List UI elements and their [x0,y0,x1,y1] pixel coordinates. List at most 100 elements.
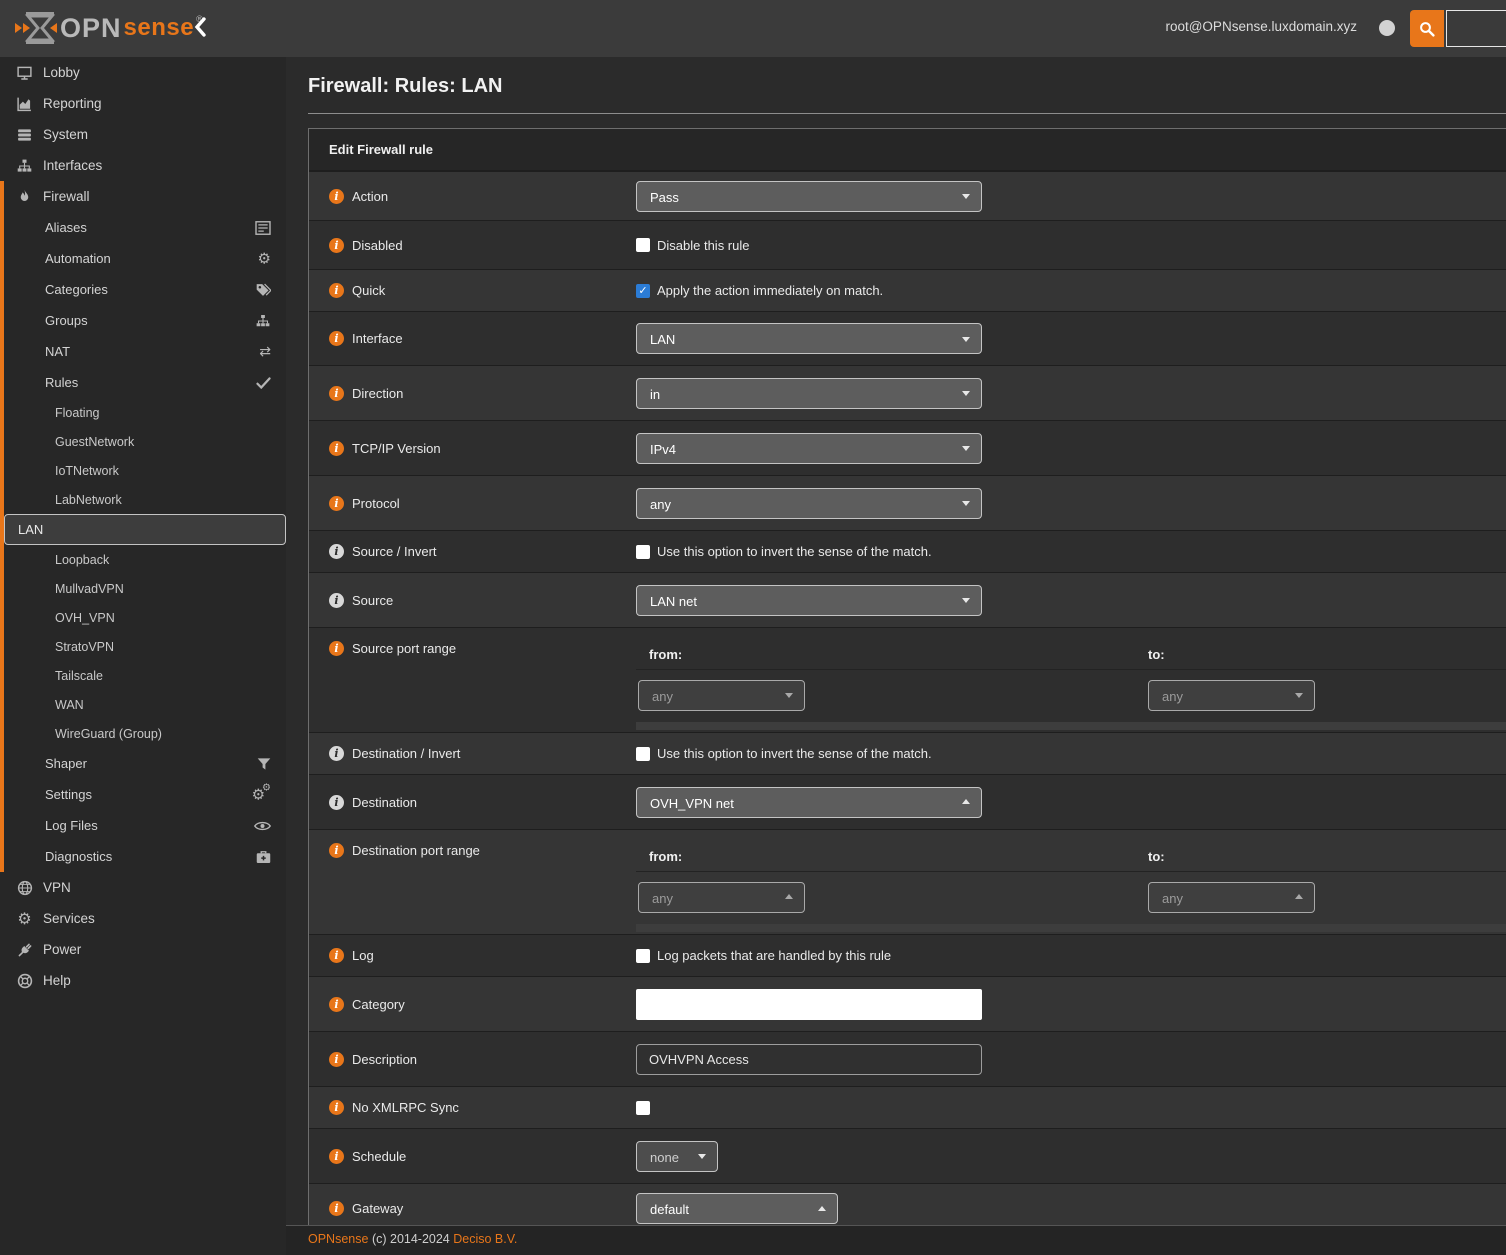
tcpip-version-select[interactable]: IPv4 [636,433,982,464]
field-label: Source / Invert [352,544,437,559]
info-icon[interactable]: i [329,593,344,608]
sidebar-item-label: Services [43,911,95,926]
source-select[interactable]: LAN net [636,585,982,616]
action-select[interactable]: Pass [636,181,982,212]
info-icon[interactable]: i [329,331,344,346]
form-row-interface: iInterface LAN [309,311,1506,365]
no-xmlrpc-sync-checkbox[interactable] [636,1101,650,1115]
logged-in-user[interactable]: root@OPNsense.luxdomain.xyz [1165,19,1357,34]
log-checkbox[interactable] [636,949,650,963]
sidebar-item-firewall[interactable]: Firewall [4,181,286,212]
sidebar-item-settings[interactable]: Settings ⚙⚙ [4,779,286,810]
search-input[interactable] [1446,10,1506,47]
sidebar-item-help[interactable]: Help [0,965,286,996]
sidebar-item-rules[interactable]: Rules [4,367,286,398]
direction-select[interactable]: in [636,378,982,409]
sidebar-item-nat[interactable]: NAT ⇄ [4,336,286,367]
info-icon[interactable]: i [329,1149,344,1164]
destination-port-from-select[interactable]: any [638,882,805,913]
destination-select[interactable]: OVH_VPN net [636,787,982,818]
category-input[interactable] [636,989,982,1020]
info-icon[interactable]: i [329,997,344,1012]
exchange-icon: ⇄ [259,345,271,359]
opnsense-footer-link[interactable]: OPNsense [308,1232,368,1246]
sidebar-item-rules-wireguard-group[interactable]: WireGuard (Group) [4,719,286,748]
sub-label: Tailscale [55,669,103,683]
sidebar-item-automation[interactable]: Automation ⚙ [4,243,286,274]
sidebar-item-interfaces[interactable]: Interfaces [0,150,286,181]
info-icon[interactable]: i [329,746,344,761]
info-icon[interactable]: i [329,544,344,559]
info-icon[interactable]: i [329,386,344,401]
child-label: NAT [45,344,70,359]
sidebar-item-rules-stratovpn[interactable]: StratoVPN [4,632,286,661]
info-icon[interactable]: i [329,283,344,298]
info-icon[interactable]: i [329,641,344,656]
child-label: Rules [45,375,78,390]
sidebar-item-lobby[interactable]: Lobby [0,57,286,88]
search-button[interactable] [1410,10,1444,47]
sidebar-item-rules-ovh-vpn[interactable]: OVH_VPN [4,603,286,632]
info-icon[interactable]: i [329,189,344,204]
filter-icon [257,757,271,771]
info-icon[interactable]: i [329,1201,344,1216]
sidebar-item-rules-guestnetwork[interactable]: GuestNetwork [4,427,286,456]
gateway-select[interactable]: default [636,1193,838,1224]
sidebar-item-categories[interactable]: Categories [4,274,286,305]
chevron-down-icon [962,598,970,603]
sidebar-item-system[interactable]: System [0,119,286,150]
info-icon[interactable]: i [329,1052,344,1067]
schedule-select[interactable]: none [636,1141,718,1172]
medkit-icon [256,850,271,864]
sidebar-item-shaper[interactable]: Shaper [4,748,286,779]
sidebar-item-rules-labnetwork[interactable]: LabNetwork [4,485,286,514]
sidebar-item-rules-floating[interactable]: Floating [4,398,286,427]
sidebar-item-aliases[interactable]: Aliases [4,212,286,243]
source-invert-checkbox[interactable] [636,545,650,559]
list-icon [255,221,271,235]
destination-port-to-select[interactable]: any [1148,882,1315,913]
disabled-checkbox[interactable] [636,238,650,252]
chevron-up-icon [1295,894,1303,899]
sidebar-item-rules-iotnetwork[interactable]: IoTNetwork [4,456,286,485]
source-port-to-select[interactable]: any [1148,680,1315,711]
port-range-header: from: to: [636,640,1506,670]
sidebar-item-rules-loopback[interactable]: Loopback [4,545,286,574]
sidebar-item-rules-wan[interactable]: WAN [4,690,286,719]
info-icon[interactable]: i [329,496,344,511]
chevron-down-icon [698,1154,706,1159]
cogs-icon: ⚙⚙ [252,787,271,802]
info-icon[interactable]: i [329,441,344,456]
sidebar-item-log-files[interactable]: Log Files [4,810,286,841]
horizontal-scrollbar[interactable] [636,722,1506,730]
sidebar-item-rules-lan-selected[interactable]: LAN [4,514,286,545]
sidebar-item-rules-tailscale[interactable]: Tailscale [4,661,286,690]
sidebar-item-rules-mullvadvpn[interactable]: MullvadVPN [4,574,286,603]
quick-checkbox[interactable]: ✓ [636,284,650,298]
sidebar-item-reporting[interactable]: Reporting [0,88,286,119]
sidebar-item-services[interactable]: ⚙ Services [0,903,286,934]
info-icon[interactable]: i [329,238,344,253]
form-row-log: iLog Log packets that are handled by thi… [309,934,1506,976]
sidebar-item-diagnostics[interactable]: Diagnostics [4,841,286,872]
description-input[interactable]: OVHVPN Access [636,1044,982,1075]
globe-icon [16,880,33,896]
form-row-direction: iDirection in [309,365,1506,420]
info-icon[interactable]: i [329,843,344,858]
opnsense-logo[interactable]: OPNsense® [14,9,203,47]
sidebar-collapse-button[interactable] [194,17,210,39]
horizontal-scrollbar[interactable] [636,924,1506,932]
sidebar-item-power[interactable]: Power [0,934,286,965]
deciso-footer-link[interactable]: Deciso B.V. [453,1232,517,1246]
source-port-from-select[interactable]: any [638,680,805,711]
sidebar-item-vpn[interactable]: VPN [0,872,286,903]
info-icon[interactable]: i [329,948,344,963]
chevron-up-icon [785,894,793,899]
info-icon[interactable]: i [329,1100,344,1115]
interface-select[interactable]: LAN [636,323,982,354]
gear-icon: ⚙ [258,251,271,266]
info-icon[interactable]: i [329,795,344,810]
protocol-select[interactable]: any [636,488,982,519]
destination-invert-checkbox[interactable] [636,747,650,761]
sidebar-item-groups[interactable]: Groups [4,305,286,336]
